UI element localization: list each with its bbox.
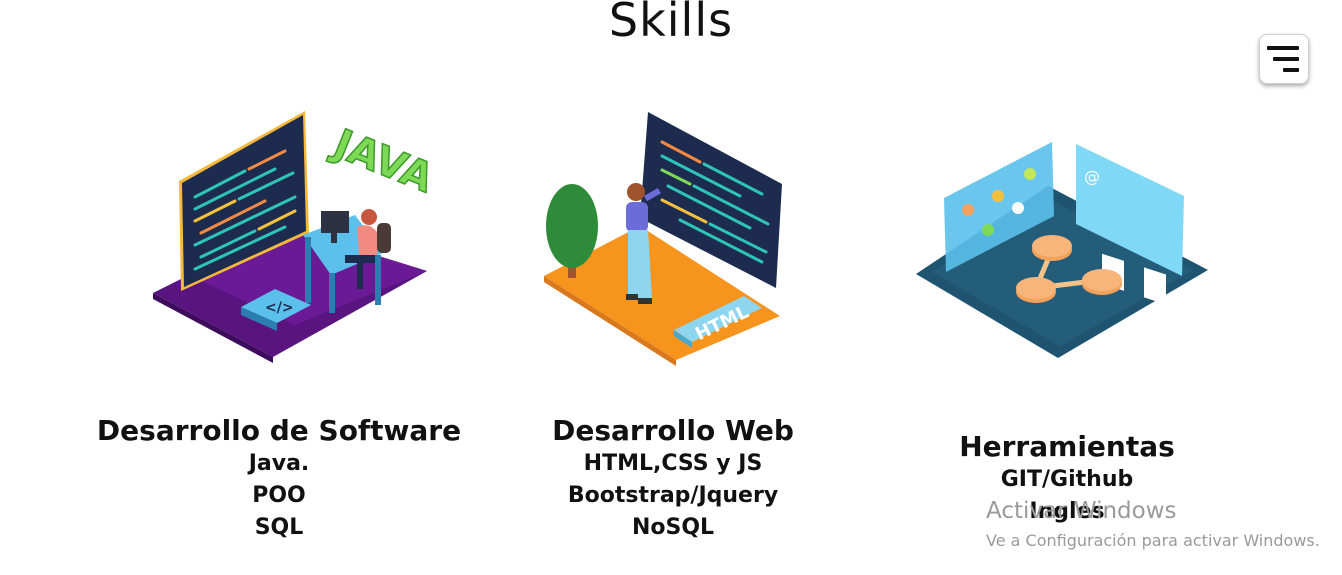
skill-card-software: Desarrollo de Software Java. POO SQL xyxy=(69,414,489,544)
page-title: Skills xyxy=(608,0,734,47)
skill-card-web: Desarrollo Web HTML,CSS y JS Bootstrap/J… xyxy=(463,414,883,544)
skill-item: NoSQL xyxy=(631,515,715,540)
skill-item: Java. xyxy=(248,451,310,476)
skill-item: POO xyxy=(252,483,306,508)
skill-item: Bootstrap/Jquery xyxy=(567,483,779,508)
java-label: JAVA xyxy=(325,120,435,202)
card-title: Desarrollo de Software xyxy=(96,414,462,447)
skill-item: HTML,CSS y JS xyxy=(583,451,763,476)
windows-activation-watermark: Activar Windows Ve a Configuración para … xyxy=(986,496,1320,554)
tools-illustration: @ xyxy=(916,142,1208,358)
watermark-title: Activar Windows xyxy=(986,498,1177,524)
skill-list: HTML,CSS y JS Bootstrap/Jquery NoSQL xyxy=(463,448,883,544)
card-title: Herramientas xyxy=(959,430,1175,463)
menu-icon-bar xyxy=(1283,68,1299,72)
code-icon: </> xyxy=(265,300,294,316)
skill-item: GIT/Github xyxy=(1000,467,1134,492)
at-sign-icon: @ xyxy=(1084,167,1100,186)
skill-list: Java. POO SQL xyxy=(69,448,489,544)
skill-item: SQL xyxy=(254,515,304,540)
hamburger-menu-icon xyxy=(1267,46,1299,50)
menu-button[interactable] xyxy=(1259,34,1309,84)
software-development-illustration: JAVA </> xyxy=(153,111,435,363)
menu-icon-bar xyxy=(1273,57,1299,61)
web-development-illustration: HTML xyxy=(544,112,782,366)
watermark-subtitle: Ve a Configuración para activar Windows. xyxy=(986,531,1320,550)
card-title: Desarrollo Web xyxy=(552,414,794,447)
